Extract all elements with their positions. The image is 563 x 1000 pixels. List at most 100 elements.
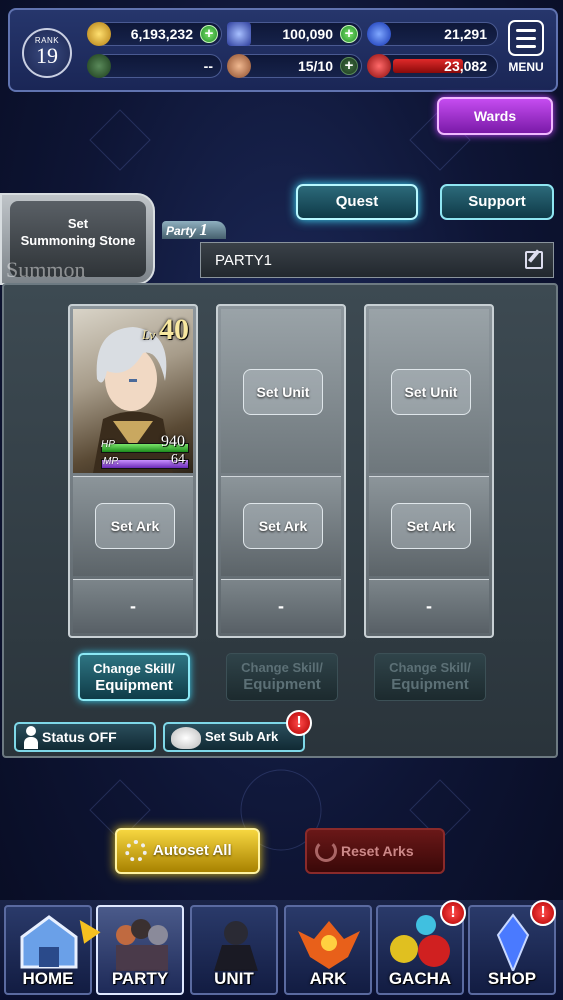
gil-value: 6,193,232 xyxy=(130,26,193,42)
crystal-icon xyxy=(227,22,251,46)
party-icon xyxy=(116,919,168,971)
nav-party[interactable]: PARTY xyxy=(96,905,184,995)
nav-home-label: HOME xyxy=(22,969,74,988)
gil-coin-icon xyxy=(87,22,111,46)
change-skill-line1: Change Skill/ xyxy=(389,660,471,675)
nav-party-label: PARTY xyxy=(111,969,169,988)
nav-gacha-label: GACHA xyxy=(388,969,452,988)
ark-slot: Set Ark xyxy=(221,476,341,576)
sub-slot[interactable]: - xyxy=(221,579,341,633)
party-tab-label: Party xyxy=(166,224,197,238)
resource-bar: RANK 19 6,193,232 + 100,090 + 21,291 -- … xyxy=(8,8,558,92)
green-resource-value: -- xyxy=(203,58,213,74)
person-icon xyxy=(24,726,38,750)
change-skill-line1: Change Skill/ xyxy=(241,660,323,675)
add-gil-button[interactable]: + xyxy=(200,25,218,43)
crystal-counter: 100,090 + xyxy=(227,22,362,46)
orb-value: 21,291 xyxy=(444,26,487,42)
mp-value: 64 xyxy=(171,452,185,467)
edit-icon[interactable] xyxy=(525,251,543,269)
phoenix-icon xyxy=(298,921,360,969)
quest-button[interactable]: Quest xyxy=(296,184,418,220)
home-icon xyxy=(20,915,78,969)
summoning-stone-slot[interactable]: Set Summoning Stone Summon xyxy=(0,193,155,285)
set-summon-line1: Set xyxy=(67,216,89,231)
crystal-value: 100,090 xyxy=(282,26,333,42)
party-slot-3: Set Unit Set Ark - xyxy=(364,304,494,638)
menu-button[interactable]: MENU xyxy=(504,20,548,86)
party-name: PARTY1 xyxy=(215,252,272,269)
orb-icon xyxy=(367,22,391,46)
gacha-alert-badge: ! xyxy=(440,900,466,926)
orb-counter: 21,291 xyxy=(367,22,498,46)
unit-slot: Set Unit xyxy=(369,309,489,473)
set-sub-ark-button[interactable]: Set Sub Ark xyxy=(163,722,305,752)
unit-slot: Set Unit xyxy=(221,309,341,473)
status-toggle-button[interactable]: Status OFF xyxy=(14,722,156,752)
set-unit-button[interactable]: Set Unit xyxy=(243,369,323,415)
party-slot-1: Lv 40 HP 940 MP. 64 Set Ark - xyxy=(68,304,198,638)
status-label: Status OFF xyxy=(42,729,117,745)
change-skill-line2: Equipment xyxy=(95,677,173,694)
reset-label: Reset Arks xyxy=(341,843,414,859)
reset-icon xyxy=(315,840,337,862)
set-summon-label: Set Summoning Stone xyxy=(10,215,146,249)
red-resource-value: 23,082 xyxy=(444,58,487,74)
stamina-icon xyxy=(227,54,251,78)
red-resource-counter: 23,082 xyxy=(367,54,498,78)
unit-level: Lv 40 xyxy=(142,313,189,347)
nav-unit-label: UNIT xyxy=(214,969,254,988)
nav-shop-label: SHOP xyxy=(487,969,537,988)
add-stamina-button[interactable]: + xyxy=(340,57,358,75)
set-unit-button[interactable]: Set Unit xyxy=(391,369,471,415)
level-value: 40 xyxy=(159,313,189,346)
reset-arks-button[interactable]: Reset Arks xyxy=(305,828,445,874)
ark-slot: Set Ark xyxy=(73,476,193,576)
change-skill-line2: Equipment xyxy=(391,676,469,693)
change-skill-equipment-button-2: Change Skill/ Equipment xyxy=(226,653,338,701)
sub-ark-label: Set Sub Ark xyxy=(205,729,279,744)
set-ark-button[interactable]: Set Ark xyxy=(243,503,323,549)
wards-button[interactable]: Wards xyxy=(437,97,553,135)
red-gem-icon xyxy=(367,54,391,78)
sub-ark-icon xyxy=(171,727,201,749)
nav-unit[interactable]: UNIT xyxy=(190,905,278,995)
gil-counter: 6,193,232 + xyxy=(87,22,222,46)
set-ark-button[interactable]: Set Ark xyxy=(95,503,175,549)
summon-watermark: Summon xyxy=(6,257,86,282)
support-button[interactable]: Support xyxy=(440,184,554,220)
set-ark-button[interactable]: Set Ark xyxy=(391,503,471,549)
change-skill-line2: Equipment xyxy=(243,676,321,693)
nav-home[interactable]: HOME xyxy=(4,905,92,995)
gear-icon xyxy=(125,840,147,862)
green-resource-counter: -- xyxy=(87,54,222,78)
party-tab-number: 1 xyxy=(199,220,208,239)
sub-slot[interactable]: - xyxy=(73,579,193,633)
change-skill-line1: Change Skill/ xyxy=(93,661,175,676)
unit-portrait[interactable]: Lv 40 HP 940 MP. 64 xyxy=(73,309,193,473)
sub-ark-alert-badge: ! xyxy=(286,710,312,736)
rank-value: 19 xyxy=(36,43,58,68)
rank-badge: RANK 19 xyxy=(22,28,72,78)
party-tab[interactable]: Party 1 xyxy=(162,221,226,239)
menu-label: MENU xyxy=(508,60,544,74)
party-name-field[interactable]: PARTY1 xyxy=(200,242,554,278)
autoset-label: Autoset All xyxy=(153,842,232,859)
ark-slot: Set Ark xyxy=(369,476,489,576)
change-skill-equipment-button-1[interactable]: Change Skill/ Equipment xyxy=(78,653,190,701)
hp-value: 940 xyxy=(161,433,185,450)
hp-label: HP xyxy=(101,439,115,450)
shop-alert-badge: ! xyxy=(530,900,556,926)
set-summon-line2: Summoning Stone xyxy=(20,233,136,248)
hamburger-icon xyxy=(508,20,544,56)
add-crystal-button[interactable]: + xyxy=(340,25,358,43)
nav-ark-label: ARK xyxy=(309,969,347,988)
party-slot-2: Set Unit Set Ark - xyxy=(216,304,346,638)
unit-icon xyxy=(214,921,258,971)
sub-slot[interactable]: - xyxy=(369,579,489,633)
stamina-counter: 15/10 + xyxy=(227,54,362,78)
autoset-all-button[interactable]: Autoset All xyxy=(115,828,260,874)
nav-ark[interactable]: ARK xyxy=(284,905,372,995)
level-label: Lv xyxy=(142,327,155,342)
compass-icon xyxy=(87,54,111,78)
